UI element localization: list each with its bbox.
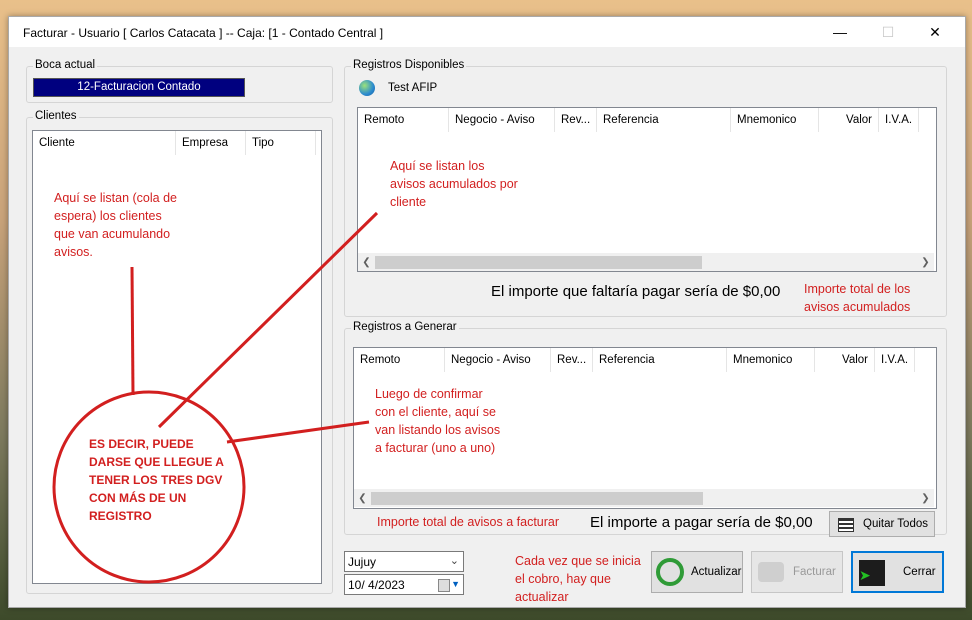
col-cliente[interactable]: Cliente [33, 131, 176, 155]
clientes-annotation: Aquí se listan (cola de espera) los clie… [54, 189, 177, 261]
cerrar-button[interactable]: ➤ Cerrar [851, 551, 944, 593]
afip-globe-icon [359, 80, 375, 96]
annotation-line: Cada vez que se inicia [515, 554, 641, 568]
list-icon [838, 518, 854, 532]
disponibles-total: El importe que faltaría pagar sería de $… [491, 283, 781, 300]
col-valor[interactable]: Valor [815, 348, 875, 372]
cerrar-label: Cerrar [903, 566, 936, 578]
dropdown-arrow-icon[interactable]: ▼ [451, 579, 460, 589]
scroll-thumb[interactable] [375, 256, 702, 269]
annotation-line: con el cliente, aquí se [375, 405, 496, 419]
annotation-line: REGISTRO [89, 509, 152, 523]
col-mnemonico[interactable]: Mnemonico [731, 108, 819, 132]
scroll-left-icon[interactable]: ❮ [358, 254, 375, 271]
annotation-line: cliente [390, 195, 427, 209]
minimize-button[interactable]: — [817, 17, 863, 47]
annotation-line: avisos. [54, 245, 93, 259]
col-rev[interactable]: Rev... [555, 108, 597, 132]
quitar-todos-button[interactable]: Quitar Todos [829, 511, 935, 537]
actualizar-button[interactable]: Actualizar [651, 551, 743, 593]
col-iva[interactable]: I.V.A. [879, 108, 919, 132]
scroll-right-icon[interactable]: ❯ [917, 254, 934, 271]
col-referencia[interactable]: Referencia [593, 348, 727, 372]
calendar-icon[interactable] [438, 579, 450, 592]
importe-facturar-annotation: Importe total de avisos a facturar [377, 515, 560, 529]
boca-group: Boca actual 12-Facturacion Contado [26, 59, 333, 103]
annotation-line: que van acumulando [54, 227, 171, 241]
recycle-icon [656, 558, 684, 586]
quitar-todos-label: Quitar Todos [863, 518, 928, 530]
generar-annotation: Luego de confirmar con el cliente, aquí … [375, 385, 500, 457]
scroll-thumb[interactable] [371, 492, 703, 505]
disponibles-label: Registros Disponibles [351, 59, 467, 71]
disponibles-hscroll[interactable]: ❮ ❯ [358, 253, 934, 271]
annotation-line: a facturar (uno a uno) [375, 441, 496, 455]
annotation-line: Luego de confirmar [375, 387, 483, 401]
generar-label: Registros a Generar [351, 321, 459, 333]
province-value: Jujuy [348, 555, 377, 569]
annotation-line: actualizar [515, 590, 569, 604]
generar-total: El importe a pagar sería de $0,00 [590, 514, 813, 531]
province-select[interactable]: Jujuy ⌄ [344, 551, 464, 572]
facturar-button[interactable]: Facturar [751, 551, 843, 593]
annotation-line: Importe total de los [804, 282, 911, 296]
col-negocio-aviso[interactable]: Negocio - Aviso [445, 348, 551, 372]
green-arrow-icon: ➤ [859, 567, 871, 583]
map-icon [758, 562, 784, 582]
chevron-down-icon[interactable]: ⌄ [450, 554, 459, 567]
facturar-window: Facturar - Usuario [ Carlos Catacata ] -… [8, 16, 966, 608]
close-button[interactable]: ✕ [912, 17, 958, 47]
date-picker[interactable]: 10/ 4/2023 ▼ [344, 574, 464, 595]
annotation-line: avisos acumulados por [390, 177, 518, 191]
date-value[interactable]: 10/ 4/2023 [348, 578, 405, 592]
disponibles-header: Remoto Negocio - Aviso Rev... Referencia… [358, 108, 936, 132]
annotation-line: ES DECIR, PUEDE [89, 437, 194, 451]
annotation-line: TENER LOS TRES DGV [89, 473, 223, 487]
col-empresa[interactable]: Empresa [176, 131, 246, 155]
scroll-right-icon[interactable]: ❯ [917, 490, 934, 507]
importe-total-annotation: Importe total de los avisos acumulados [804, 280, 910, 316]
afip-label: Test AFIP [388, 82, 438, 94]
annotation-line: DARSE QUE LLEGUE A [89, 455, 224, 469]
annotation-line: avisos acumulados [804, 300, 911, 314]
annotation-line: van listando los avisos [375, 423, 501, 437]
actualizar-label: Actualizar [691, 566, 742, 578]
clientes-header: Cliente Empresa Tipo [33, 131, 321, 155]
scroll-left-icon[interactable]: ❮ [354, 490, 371, 507]
annotation-line: espera) los clientes [54, 209, 162, 223]
col-tipo[interactable]: Tipo [246, 131, 316, 155]
boca-label: Boca actual [33, 59, 98, 71]
annotation-line: CON MÁS DE UN [89, 491, 187, 505]
col-rev[interactable]: Rev... [551, 348, 593, 372]
generar-hscroll[interactable]: ❮ ❯ [354, 489, 934, 507]
col-mnemonico[interactable]: Mnemonico [727, 348, 815, 372]
clientes-label: Clientes [33, 110, 79, 122]
annotation-line: Aquí se listan los [390, 159, 485, 173]
circle-annotation: ES DECIR, PUEDE DARSE QUE LLEGUE A TENER… [89, 435, 224, 525]
facturar-label: Facturar [793, 566, 836, 578]
col-valor[interactable]: Valor [819, 108, 879, 132]
generar-header: Remoto Negocio - Aviso Rev... Referencia… [354, 348, 936, 372]
col-iva[interactable]: I.V.A. [875, 348, 915, 372]
boca-value: 12-Facturacion Contado [33, 78, 245, 97]
title-bar: Facturar - Usuario [ Carlos Catacata ] -… [9, 17, 965, 47]
actualizar-annotation: Cada vez que se inicia el cobro, hay que… [515, 552, 641, 606]
window-title: Facturar - Usuario [ Carlos Catacata ] -… [23, 26, 384, 40]
maximize-button[interactable]: ☐ [865, 17, 911, 47]
col-remoto[interactable]: Remoto [354, 348, 445, 372]
disponibles-annotation: Aquí se listan los avisos acumulados por… [390, 157, 518, 211]
annotation-line: Aquí se listan (cola de [54, 191, 177, 205]
col-referencia[interactable]: Referencia [597, 108, 731, 132]
col-remoto[interactable]: Remoto [358, 108, 449, 132]
col-negocio-aviso[interactable]: Negocio - Aviso [449, 108, 555, 132]
annotation-line: el cobro, hay que [515, 572, 611, 586]
